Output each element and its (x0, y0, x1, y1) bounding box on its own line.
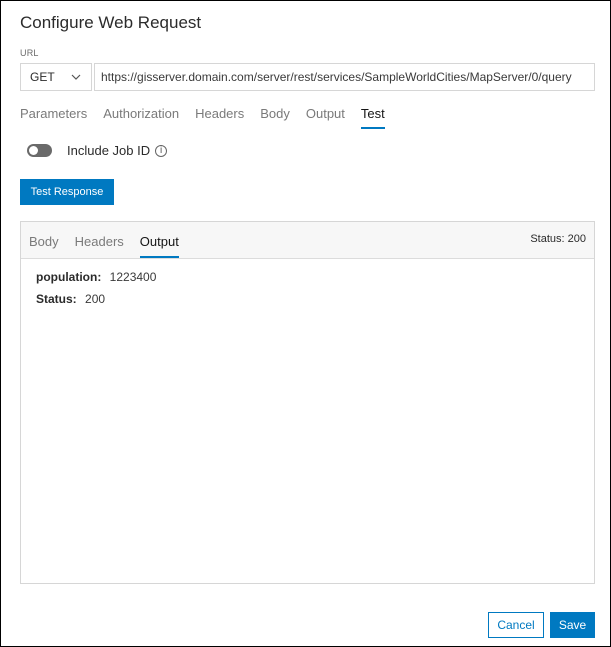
response-tab-output[interactable]: Output (139, 234, 179, 258)
dialog-title: Configure Web Request (20, 13, 202, 32)
output-key: Status: (36, 292, 77, 306)
toggle-knob (29, 146, 38, 155)
output-row: population: 1223400 (36, 270, 579, 284)
response-status: Status: 200 (530, 233, 586, 245)
test-response-button[interactable]: Test Response (20, 179, 114, 205)
response-panel: Body Headers Output Status: 200 populati… (20, 221, 595, 584)
output-value: 200 (85, 292, 106, 306)
output-row: Status: 200 (36, 292, 579, 306)
output-content: population: 1223400 Status: 200 (21, 259, 594, 325)
response-tab-headers[interactable]: Headers (75, 234, 124, 258)
tab-authorization[interactable]: Authorization (103, 106, 179, 129)
save-button[interactable]: Save (550, 612, 595, 638)
dialog: Configure Web Request URL GET https://gi… (0, 0, 611, 647)
info-icon[interactable]: i (155, 144, 168, 157)
tab-output[interactable]: Output (306, 106, 345, 129)
url-label: URL (20, 48, 39, 58)
status-value: 200 (567, 233, 586, 245)
include-job-id-label: Include Job ID (67, 143, 151, 158)
response-tabs: Body Headers Output (29, 234, 179, 258)
method-select[interactable]: GET (20, 63, 92, 91)
url-input[interactable]: https://gisserver.domain.com/server/rest… (94, 63, 595, 91)
tab-test[interactable]: Test (360, 106, 385, 129)
config-tabs: Parameters Authorization Headers Body Ou… (20, 106, 385, 129)
method-value: GET (30, 70, 55, 84)
tab-headers[interactable]: Headers (195, 106, 244, 129)
include-job-id-toggle[interactable] (27, 144, 52, 157)
include-job-id-row: Include Job ID i (27, 143, 168, 158)
output-value: 1223400 (109, 270, 157, 284)
chevron-down-icon (71, 74, 81, 80)
status-label: Status: (530, 233, 565, 245)
tab-parameters[interactable]: Parameters (20, 106, 87, 129)
response-tab-body[interactable]: Body (29, 234, 59, 258)
cancel-button[interactable]: Cancel (488, 612, 544, 638)
response-panel-header: Body Headers Output Status: 200 (21, 222, 594, 259)
tab-body[interactable]: Body (260, 106, 290, 129)
output-key: population: (36, 270, 102, 284)
